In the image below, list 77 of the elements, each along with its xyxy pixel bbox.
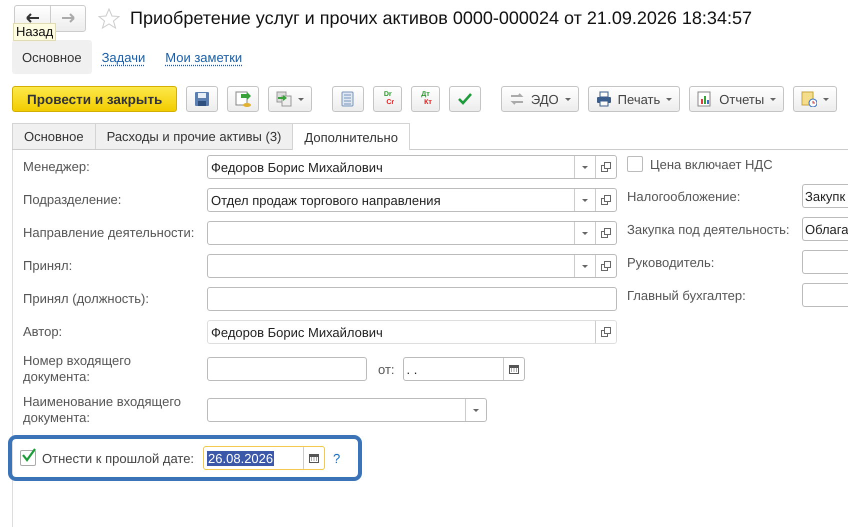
caret-icon xyxy=(770,98,776,100)
menu-button[interactable]: ЭДО xyxy=(500,86,579,112)
help-link[interactable]: ? xyxy=(333,450,340,466)
date-field[interactable]: 26.08.2026 xyxy=(203,446,326,470)
input-field[interactable] xyxy=(802,250,848,274)
star-icon[interactable] xyxy=(98,8,120,28)
checkbox[interactable] xyxy=(627,156,643,172)
field-label: Налогообложение: xyxy=(627,188,742,204)
caret-icon xyxy=(582,166,588,168)
tab[interactable]: Расходы и прочие активы (3) xyxy=(94,123,294,149)
open-window-icon xyxy=(601,162,611,172)
calendar-icon xyxy=(309,453,320,463)
field-label: Принял: xyxy=(23,258,74,274)
section-link[interactable]: Задачи xyxy=(92,40,156,74)
field-label: Номер входящего документа: xyxy=(23,353,132,385)
forward-arrow-icon xyxy=(61,13,75,23)
menu-button[interactable]: Печать xyxy=(588,86,680,112)
input-field[interactable] xyxy=(207,254,617,278)
checkbox-label[interactable]: Цена включает НДС xyxy=(650,156,773,172)
floppy-icon xyxy=(194,91,210,107)
copy-arrow-icon xyxy=(276,91,292,107)
field-label: Главный бухгалтер: xyxy=(627,288,747,302)
calendar-icon xyxy=(508,364,519,374)
post-and-close-button[interactable]: Провести и закрыть xyxy=(12,86,178,112)
toolbar-button[interactable] xyxy=(186,86,218,112)
exchange-arrows-icon xyxy=(508,91,525,107)
printer-icon xyxy=(596,91,612,107)
field-label: от: xyxy=(378,362,395,376)
input-field[interactable] xyxy=(207,357,367,381)
open-window-icon xyxy=(601,195,611,205)
toolbar-button[interactable] xyxy=(448,86,481,112)
field-label: Направление деятельности: xyxy=(23,225,196,241)
toolbar-button[interactable] xyxy=(793,86,838,112)
tooltip: Назад xyxy=(13,23,56,41)
field-label: Менеджер: xyxy=(23,159,91,175)
caret-icon xyxy=(666,98,672,100)
caret-icon xyxy=(298,98,304,100)
list-document-icon xyxy=(340,91,356,107)
caret-icon xyxy=(473,408,479,412)
caret-icon xyxy=(582,264,588,268)
caret-icon xyxy=(564,98,571,100)
tab[interactable]: Основное xyxy=(12,123,96,149)
field-label: Руководитель: xyxy=(627,254,716,270)
caret-icon xyxy=(582,198,588,202)
menu-button[interactable]: Отчеты xyxy=(689,86,784,112)
tab[interactable]: Дополнительно xyxy=(292,123,410,150)
field-label: Автор: xyxy=(23,324,64,340)
open-window-icon xyxy=(601,228,611,238)
input-field[interactable]: Отдел продаж торгового направления xyxy=(207,188,617,212)
caret-icon xyxy=(582,232,588,234)
caret-icon xyxy=(823,98,830,100)
field-label: Закупка под деятельность: xyxy=(627,222,791,236)
toolbar-button[interactable] xyxy=(227,86,260,112)
section-tab[interactable]: Основное xyxy=(12,40,92,74)
input-field[interactable]: Федоров Борис Михайлович xyxy=(207,155,617,179)
checkbox-label[interactable]: Отнести к прошлой дате: xyxy=(42,450,194,466)
input-field[interactable] xyxy=(207,287,617,311)
document-arrow-icon xyxy=(235,91,252,107)
input-field[interactable] xyxy=(207,398,487,422)
input-field[interactable]: Закупк xyxy=(802,184,848,208)
field-label: Подразделение: xyxy=(23,192,122,208)
input-field[interactable]: Федоров Борис Михайлович xyxy=(207,320,617,344)
field-label: Принял (должность): xyxy=(23,291,150,307)
field-label: Наименование входящего документа: xyxy=(23,394,182,426)
open-window-icon xyxy=(601,327,611,337)
input-field[interactable] xyxy=(207,221,617,245)
open-window-icon xyxy=(601,261,611,271)
report-chart-icon xyxy=(697,91,714,107)
checkbox[interactable] xyxy=(20,450,36,466)
section-link[interactable]: Мои заметки xyxy=(155,40,252,74)
input-field[interactable] xyxy=(802,283,848,307)
checkmark-icon xyxy=(456,91,473,107)
checkmark-icon xyxy=(22,448,36,462)
document-clock-icon xyxy=(801,91,818,107)
input-field[interactable]: . . xyxy=(402,357,525,381)
window-title: Приобретение услуг и прочих активов 0000-000024 от 21.09.2026 18:34:57 xyxy=(130,8,752,28)
back-arrow-icon xyxy=(26,13,40,23)
